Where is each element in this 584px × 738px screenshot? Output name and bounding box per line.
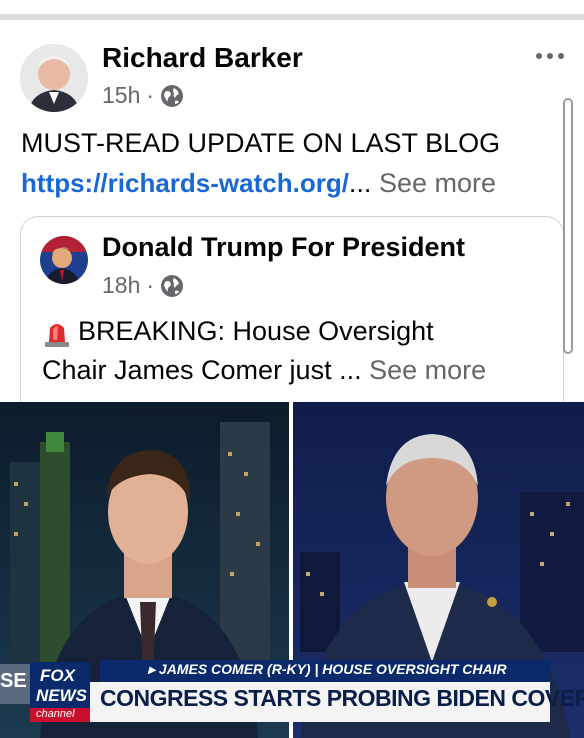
more-options-button[interactable] bbox=[532, 44, 568, 68]
corner-text: SE bbox=[0, 670, 27, 692]
shared-post-time[interactable]: 18h bbox=[102, 272, 140, 299]
shared-author-avatar[interactable] bbox=[40, 236, 88, 284]
shared-author-name[interactable]: Donald Trump For President bbox=[102, 232, 465, 263]
shared-ellipsis: ... bbox=[339, 355, 362, 385]
fox-logo-line1: FOX bbox=[40, 666, 75, 685]
news-video-image[interactable]: ▸ JAMES COMER (R-KY) | HOUSE OVERSIGHT C… bbox=[0, 402, 584, 738]
post-time[interactable]: 15h bbox=[102, 82, 140, 109]
shared-text-2: Chair James Comer just bbox=[42, 355, 332, 385]
shared-text-line1: BREAKING: House Oversight bbox=[42, 316, 434, 348]
author-avatar[interactable] bbox=[20, 44, 88, 112]
meta-separator: · bbox=[146, 82, 155, 108]
shared-meta-separator: · bbox=[146, 272, 155, 298]
author-name[interactable]: Richard Barker bbox=[102, 42, 303, 74]
post-text: MUST-READ UPDATE ON LAST BLOG bbox=[21, 128, 501, 158]
globe-icon bbox=[161, 84, 184, 107]
scrollbar[interactable] bbox=[563, 98, 573, 354]
post-ellipsis: ... bbox=[348, 168, 372, 198]
globe-icon bbox=[161, 274, 184, 297]
fox-logo-line3: channel bbox=[36, 708, 75, 720]
shared-post-meta: 18h · bbox=[102, 272, 184, 299]
top-divider bbox=[0, 0, 584, 20]
chyron-main-text: CONGRESS STARTS PROBING BIDEN COVER-UP bbox=[100, 685, 584, 711]
shared-text-line2: Chair James Comer just ... See more bbox=[42, 355, 486, 386]
post-meta: 15h · bbox=[102, 82, 184, 109]
shared-text-1: BREAKING: House Oversight bbox=[78, 316, 434, 346]
post-link-line: https://richards-watch.org/... See more bbox=[21, 168, 496, 199]
shared-see-more-link[interactable]: See more bbox=[369, 355, 486, 385]
see-more-link[interactable]: See more bbox=[379, 168, 496, 198]
more-dots-icon bbox=[536, 53, 542, 59]
fox-logo-line2: NEWS bbox=[36, 686, 87, 705]
police-siren-icon bbox=[45, 323, 69, 347]
post-link[interactable]: https://richards-watch.org/ bbox=[21, 168, 349, 198]
chyron-top-text: ▸ JAMES COMER (R-KY) | HOUSE OVERSIGHT C… bbox=[148, 661, 507, 677]
